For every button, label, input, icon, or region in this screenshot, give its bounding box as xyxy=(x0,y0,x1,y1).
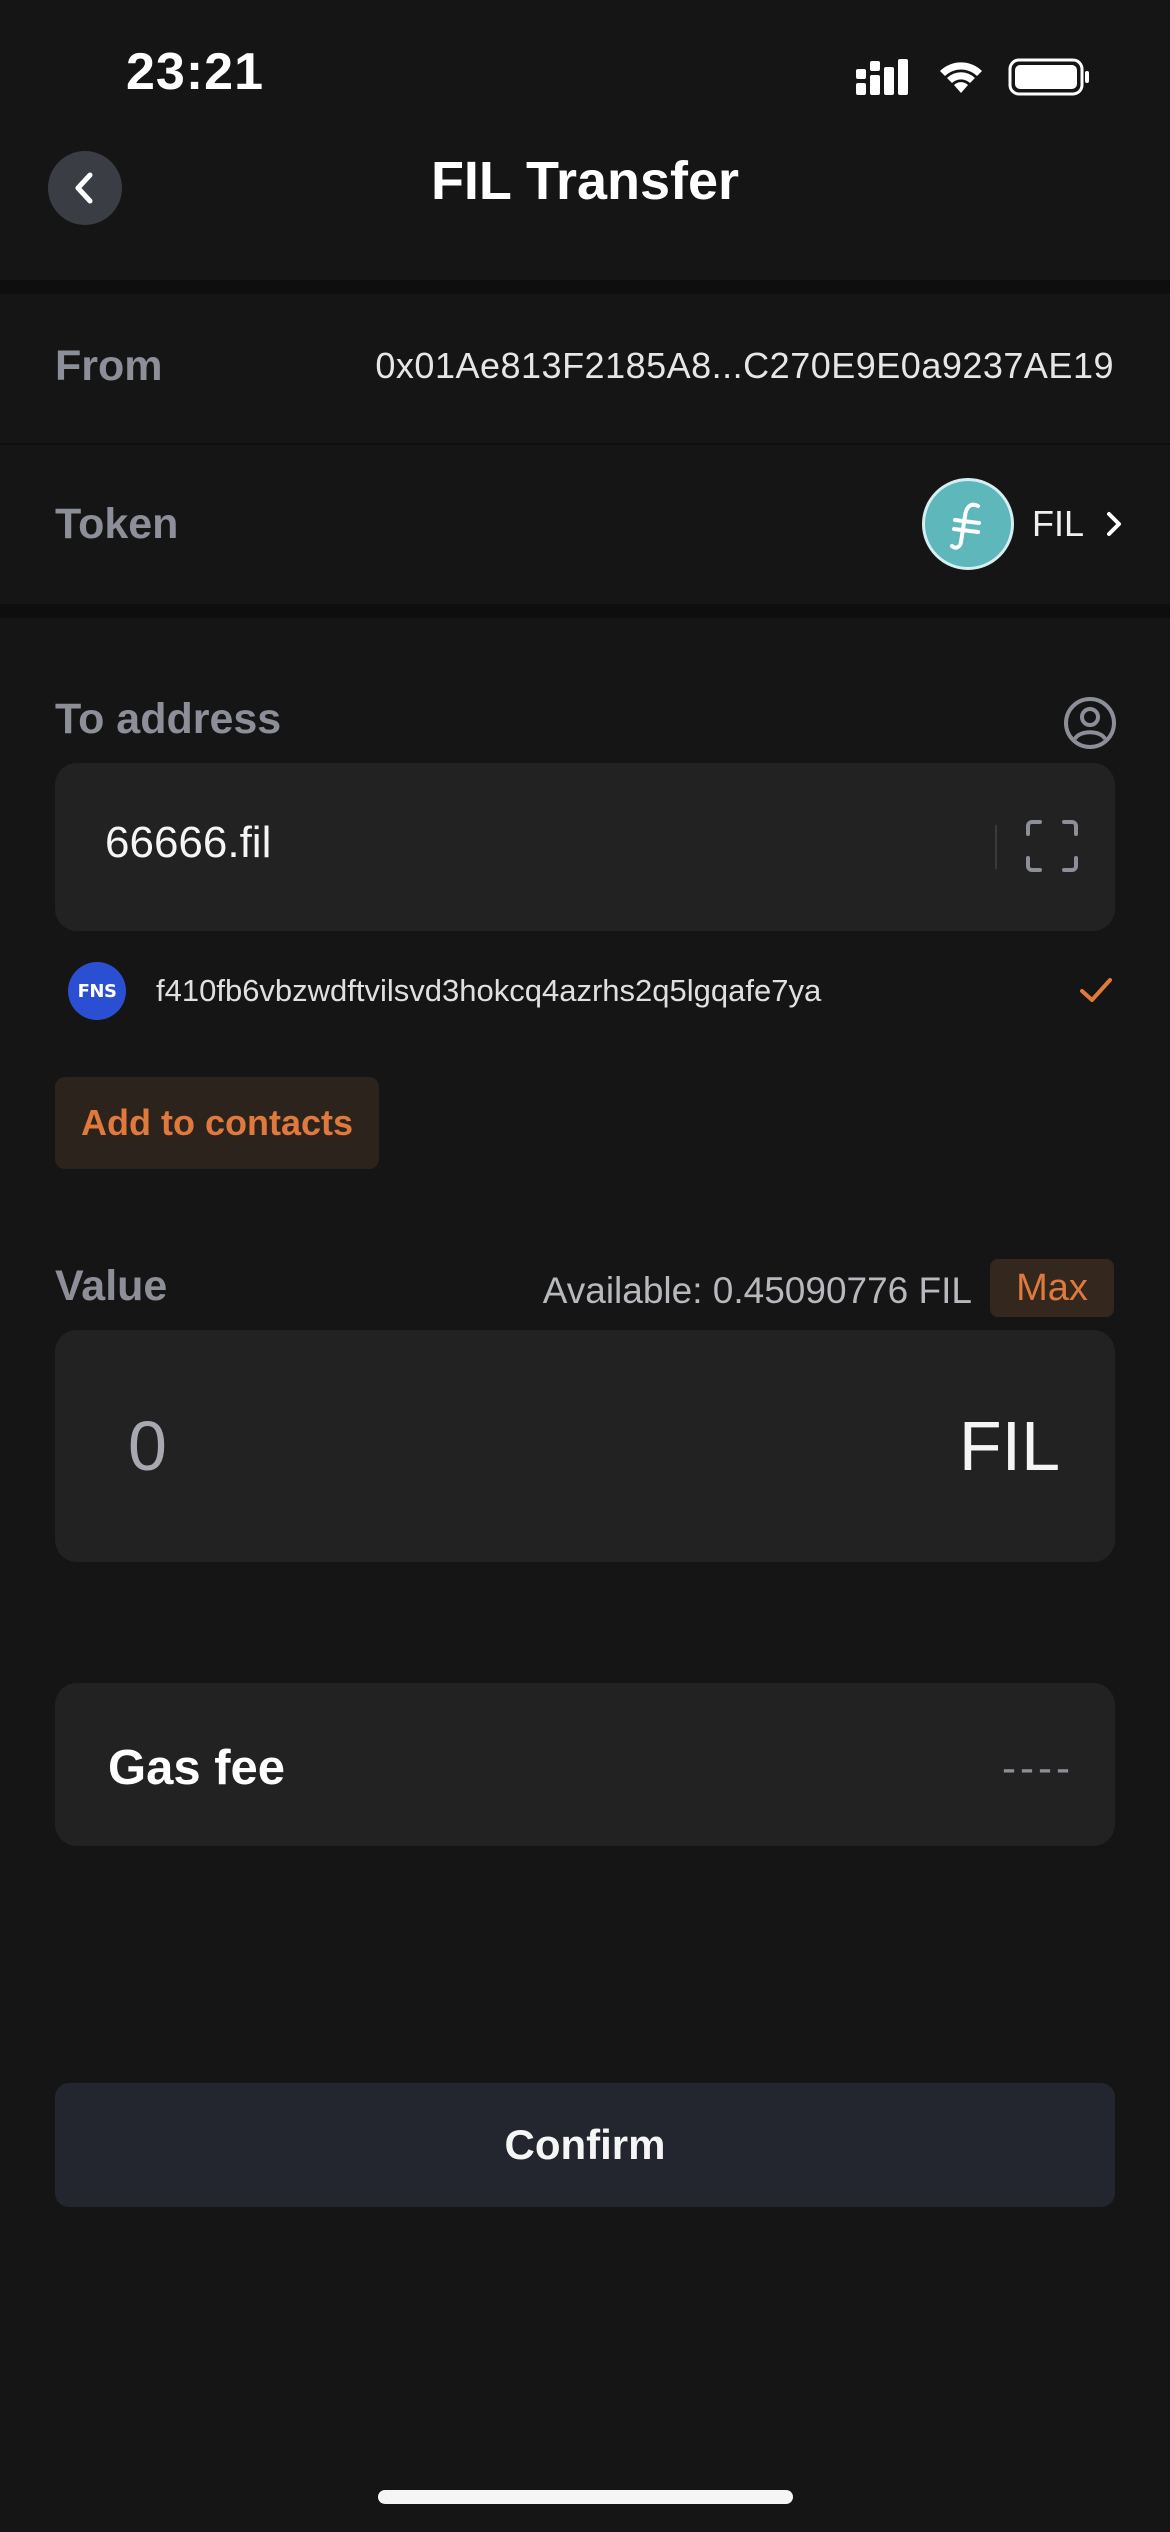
check-icon xyxy=(1080,978,1112,1002)
scan-qr-icon[interactable] xyxy=(1024,818,1080,874)
wifi-icon xyxy=(940,62,982,93)
max-button[interactable]: Max xyxy=(990,1259,1114,1317)
to-address-label: To address xyxy=(55,695,282,743)
token-selector[interactable]: FIL xyxy=(921,478,1126,570)
gas-fee-value: ---- xyxy=(1002,1744,1074,1791)
confirm-button[interactable]: Confirm xyxy=(55,2083,1115,2207)
status-time: 23:21 xyxy=(126,43,264,101)
status-icons xyxy=(854,52,1092,102)
battery-icon xyxy=(1008,58,1089,96)
from-label: From xyxy=(55,342,163,390)
resolved-address: f410fb6vbzwdftvilsvd3hokcq4azrhs2q5lgqaf… xyxy=(156,973,822,1008)
amount-input[interactable]: 0 xyxy=(128,1406,167,1486)
available-balance: Available: 0.45090776 FIL xyxy=(542,1270,972,1311)
header-divider xyxy=(0,280,1170,294)
cellular-signal-icon xyxy=(856,59,908,95)
row-divider xyxy=(0,443,1170,445)
amount-input-box[interactable] xyxy=(55,1330,1115,1562)
token-label: Token xyxy=(55,500,179,548)
token-name: FIL xyxy=(1031,503,1084,544)
fns-logo-icon: FNS xyxy=(68,962,126,1020)
add-to-contacts-button[interactable]: Add to contacts xyxy=(55,1077,380,1169)
page-title: FIL Transfer xyxy=(430,151,740,211)
input-separator xyxy=(995,825,997,869)
value-label: Value xyxy=(55,1262,168,1310)
chevron-right-icon xyxy=(1107,512,1121,536)
gas-fee-label: Gas fee xyxy=(108,1741,286,1795)
home-indicator[interactable] xyxy=(378,2490,793,2504)
section-divider xyxy=(0,604,1170,618)
filecoin-logo-icon xyxy=(921,478,1014,570)
address-input[interactable]: 66666.fil xyxy=(105,818,271,868)
amount-unit: FIL xyxy=(958,1407,1060,1485)
contacts-button[interactable] xyxy=(1062,695,1118,751)
from-address: 0x01Ae813F2185A8...C270E9E0a9237AE19 xyxy=(375,345,1114,386)
